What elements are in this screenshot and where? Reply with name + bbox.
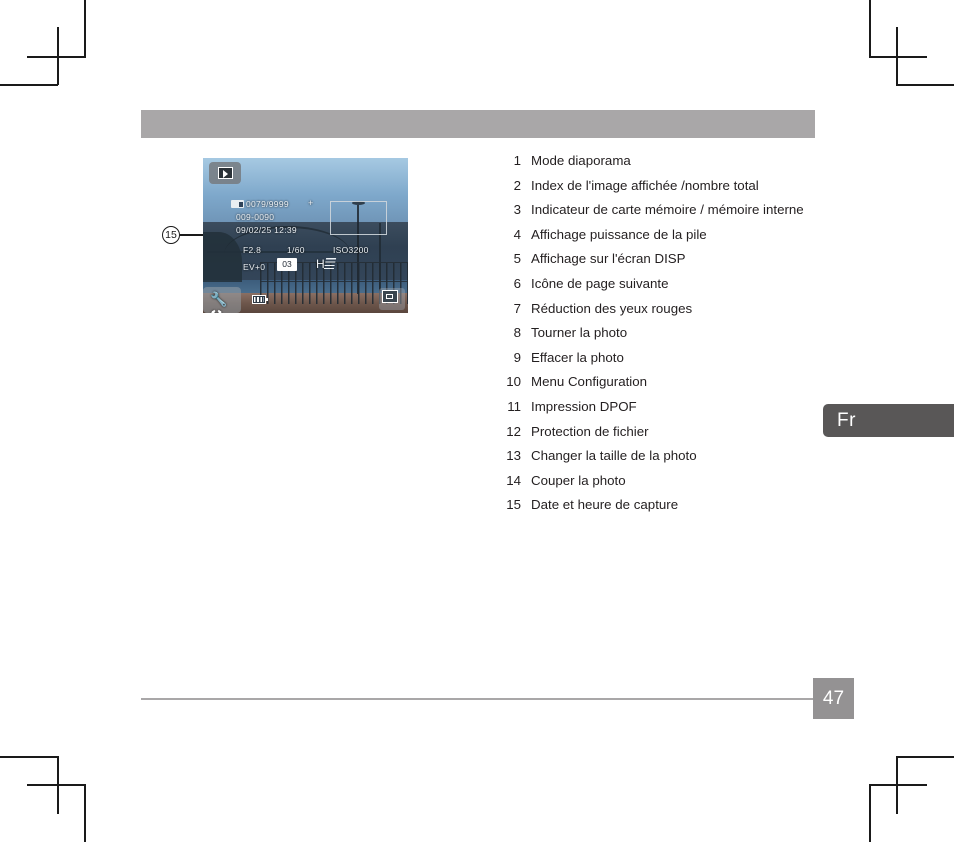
legend-item-label: Tourner la photo xyxy=(531,325,628,341)
lcd-aperture-value: F2.8 xyxy=(243,245,262,255)
legend-item-number: 1 xyxy=(513,153,521,168)
legend-item-number: 12 xyxy=(506,423,521,439)
crop-mark-bottom-left-inner-vertical xyxy=(84,784,86,842)
legend-item-label: Index de l'image affichée /nombre total xyxy=(531,177,759,193)
list-item: 6 Icône de page suivante xyxy=(494,276,824,301)
lcd-file-number: 009-0090 xyxy=(236,212,275,222)
crop-mark-top-left-inner-horizontal xyxy=(27,56,85,58)
crop-mark-bottom-left-outer-horizontal xyxy=(0,756,58,758)
legend-item-number: 4 xyxy=(513,226,521,242)
page-number: 47 xyxy=(813,678,854,719)
legend-item-label: Indicateur de carte mémoire / mémoire in… xyxy=(531,202,804,218)
lcd-image-counter: 0079/9999 xyxy=(246,199,289,209)
list-item: 12 Protection de fichier xyxy=(494,424,824,449)
list-item: 13 Changer la taille de la photo xyxy=(494,448,824,473)
lcd-crop-frame xyxy=(330,201,388,236)
crop-mark-top-right-outer-horizontal xyxy=(896,84,954,86)
lcd-shutter-speed: 1/60 xyxy=(287,245,305,255)
legend-item-number: 10 xyxy=(506,374,521,390)
legend-item-label: Icône de page suivante xyxy=(531,275,669,291)
list-item: 4 Affichage puissance de la pile xyxy=(494,227,824,252)
legend-item-number: 7 xyxy=(513,300,521,316)
legend-item-label: Réduction des yeux rouges xyxy=(531,300,693,316)
list-item: 10 Menu Configuration xyxy=(494,374,824,399)
lcd-setup-badge[interactable]: 🔧⚒ xyxy=(203,287,241,313)
legend-item-number: 8 xyxy=(513,325,521,341)
camera-lcd-screenshot: 0079/9999 + 009-0090 09/02/25 12:39 F2.8… xyxy=(203,158,408,313)
legend-item-number: 14 xyxy=(506,472,521,488)
resize-photo-icon xyxy=(382,290,398,303)
tools-wrench-icon: 🔧⚒ xyxy=(210,291,228,313)
lcd-plus-marker: + xyxy=(308,198,314,208)
legend-item-number: 15 xyxy=(506,497,521,513)
list-item: 2 Index de l'image affichée /nombre tota… xyxy=(494,178,824,203)
callout-leader-line xyxy=(180,234,204,236)
crop-mark-bottom-left-inner-horizontal xyxy=(27,784,85,786)
callout-marker-15: 15 xyxy=(162,226,180,244)
legend-item-number: 2 xyxy=(513,177,521,193)
page-header-band xyxy=(141,110,815,138)
legend-item-number: 9 xyxy=(513,349,521,365)
list-item: 9 Effacer la photo xyxy=(494,350,824,375)
legend-item-label: Effacer la photo xyxy=(531,349,624,365)
list-item: 14 Couper la photo xyxy=(494,473,824,498)
slideshow-playback-icon xyxy=(218,167,233,179)
list-item: 3 Indicateur de carte mémoire / mémoire … xyxy=(494,202,824,227)
language-tab-fr[interactable]: Fr xyxy=(823,404,954,437)
legend-item-label: Changer la taille de la photo xyxy=(531,448,697,464)
crop-mark-bottom-right-inner-vertical xyxy=(869,784,871,842)
list-item: 5 Affichage sur l'écran DISP xyxy=(494,251,824,276)
legend-item-label: Affichage sur l'écran DISP xyxy=(531,251,686,267)
legend-item-number: 13 xyxy=(506,448,521,464)
footer-rule xyxy=(141,698,813,700)
legend-item-label: Couper la photo xyxy=(531,472,626,488)
legend-item-number: 11 xyxy=(507,398,521,414)
crop-mark-bottom-right-inner-horizontal xyxy=(869,784,927,786)
list-item: 1 Mode diaporama xyxy=(494,153,824,178)
list-item: 15 Date et heure de capture xyxy=(494,497,824,522)
legend-list: 1 Mode diaporama 2 Index de l'image affi… xyxy=(494,153,824,522)
legend-item-label: Impression DPOF xyxy=(531,398,637,414)
lcd-iso-value: ISO3200 xyxy=(333,245,369,255)
lcd-exposure-value: EV+0 xyxy=(243,262,266,272)
crop-mark-top-left-inner-vertical xyxy=(84,0,86,58)
legend-item-label: Date et heure de capture xyxy=(531,497,679,513)
legend-item-number: 6 xyxy=(513,275,521,291)
lcd-capture-date-time: 09/02/25 12:39 xyxy=(236,225,297,235)
battery-icon xyxy=(252,295,268,304)
memory-card-icon xyxy=(231,200,244,208)
legend-item-label: Menu Configuration xyxy=(531,374,648,390)
legend-item-label: Affichage puissance de la pile xyxy=(531,226,707,242)
crop-mark-bottom-right-outer-horizontal xyxy=(896,756,954,758)
lcd-playback-badge[interactable] xyxy=(209,162,241,184)
legend-item-number: 3 xyxy=(513,202,521,218)
crop-mark-top-right-inner-vertical xyxy=(869,0,871,58)
legend-item-label: Mode diaporama xyxy=(531,153,631,168)
list-item: 7 Réduction des yeux rouges xyxy=(494,301,824,326)
crop-mark-top-left-outer-horizontal xyxy=(0,84,58,86)
lcd-dpof-count: 03 xyxy=(282,259,292,269)
list-item: 8 Tourner la photo xyxy=(494,325,824,350)
lcd-photo-railing-rail xyxy=(260,280,408,282)
lcd-resize-badge[interactable] xyxy=(379,288,405,310)
legend-item-label: Protection de fichier xyxy=(531,423,649,439)
crop-mark-top-right-inner-horizontal xyxy=(869,56,927,58)
legend-item-number: 5 xyxy=(513,251,521,267)
list-item: 11 Impression DPOF xyxy=(494,399,824,424)
